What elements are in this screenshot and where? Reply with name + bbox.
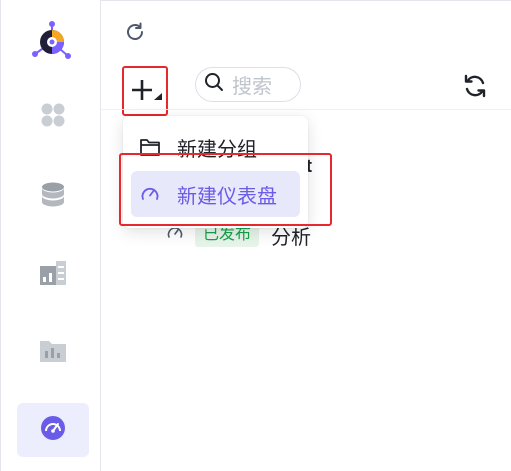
app-logo[interactable] [30,20,74,64]
sync-icon [462,74,488,103]
search-placeholder: 搜索 [232,76,272,98]
apps-icon [39,101,67,134]
sidebar-item-dataset[interactable] [17,248,89,302]
refresh-icon [124,21,146,48]
refresh-button[interactable] [123,22,147,46]
database-icon [40,181,66,214]
dashboard-gauge-icon [39,414,67,447]
sidebar-item-folder[interactable] [17,325,89,379]
folder-chart-icon [39,337,67,368]
sidebar [0,0,101,471]
top-divider [101,0,511,1]
sidebar-item-apps[interactable] [17,90,89,144]
sidebar-item-database[interactable] [17,170,89,224]
toolbar-divider [101,109,511,110]
sync-button[interactable] [462,73,488,99]
dataset-icon [39,260,67,291]
search-icon [204,72,224,97]
search-input[interactable]: 搜索 [195,67,301,102]
highlight-box [119,153,332,226]
sidebar-item-dashboard[interactable] [17,403,89,457]
